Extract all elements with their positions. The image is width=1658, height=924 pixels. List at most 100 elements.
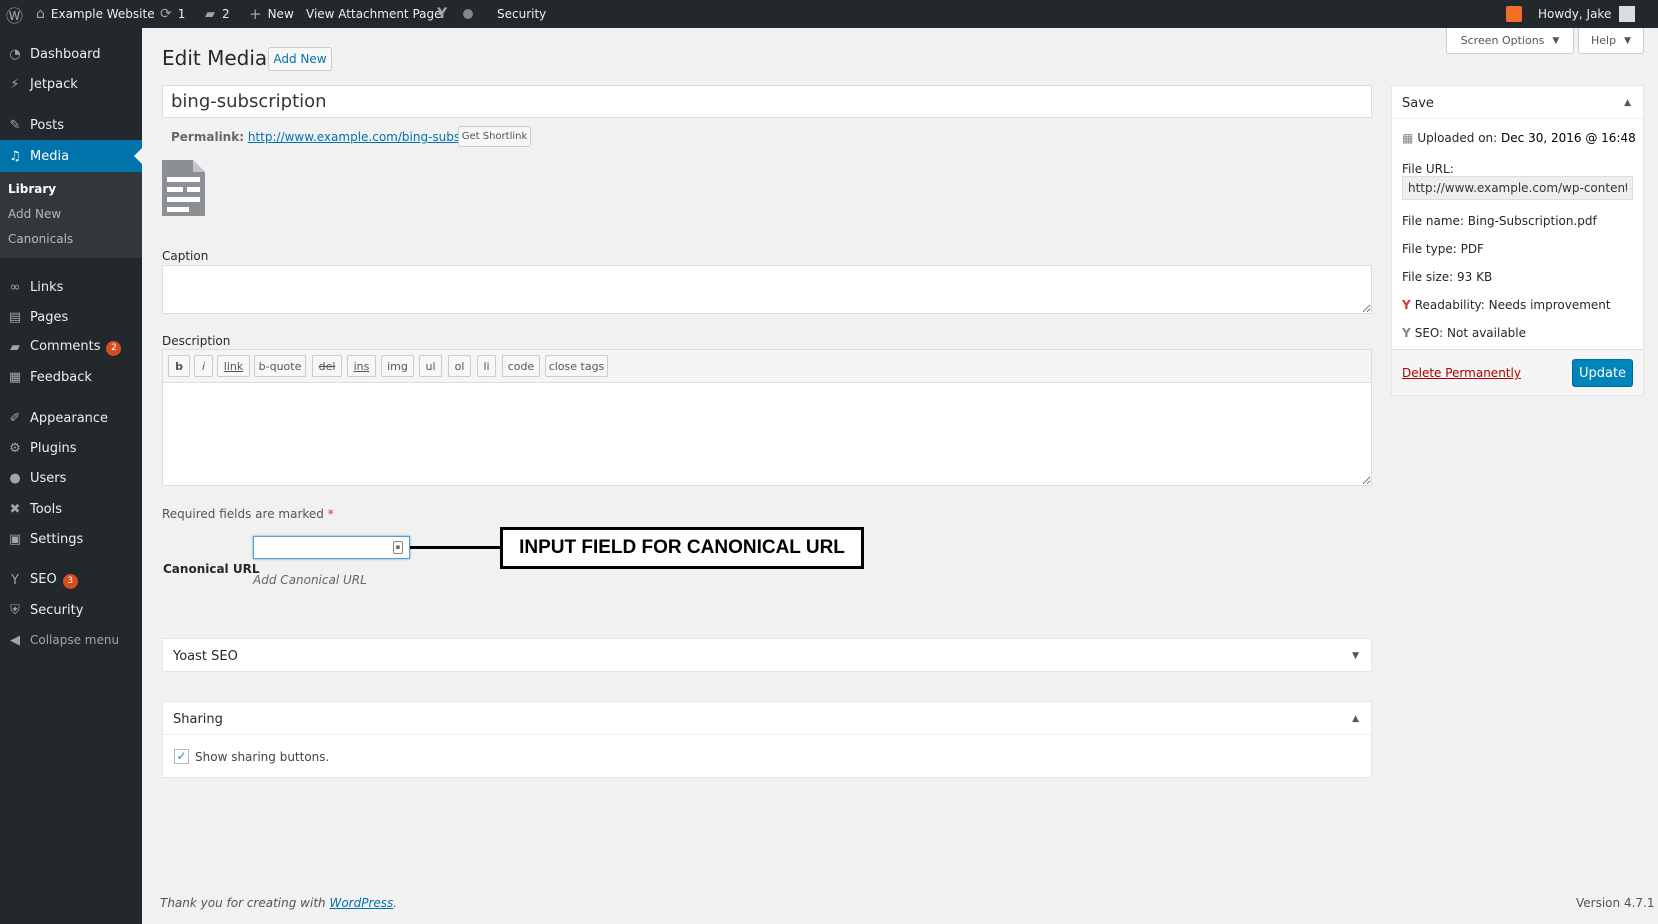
chevron-up-icon[interactable]: ▲ — [1352, 714, 1359, 724]
settings-icon: ▣ — [8, 531, 22, 547]
menu-security[interactable]: ⛨ Security — [0, 596, 142, 624]
save-metabox-header[interactable]: Save ▲ — [1392, 86, 1643, 119]
quicktag-link-button[interactable]: link — [217, 355, 250, 377]
comment-icon: ▰ — [205, 6, 215, 22]
canonical-url-label: Canonical URL — [163, 562, 260, 576]
yoast-seo-icon: Y — [1402, 326, 1411, 340]
quicktag-italic-button[interactable]: i — [194, 355, 213, 377]
user-icon: ● — [9, 470, 21, 486]
menu-plugins[interactable]: ⚙ Plugins — [0, 434, 142, 462]
security-link[interactable]: Security — [497, 0, 546, 28]
collapse-menu[interactable]: ◀ Collapse menu — [0, 626, 142, 654]
get-shortlink-button[interactable]: Get Shortlink — [458, 126, 531, 147]
annotation-connector — [410, 546, 500, 549]
chevron-up-icon[interactable]: ▲ — [1624, 98, 1631, 108]
quicktag-ins-button[interactable]: ins — [347, 355, 376, 377]
quicktag-li-button[interactable]: li — [477, 355, 496, 377]
media-submenu: Library Add New Canonicals — [0, 172, 142, 258]
file-name-row: File name: Bing-Subscription.pdf — [1402, 214, 1597, 228]
sharing-metabox: Sharing ▲ ✓ Show sharing buttons. — [162, 701, 1372, 778]
autofill-key-icon: ▪ — [393, 541, 403, 554]
updates-link[interactable]: ⟳ 1 — [160, 0, 185, 28]
menu-feedback[interactable]: ▦ Feedback — [0, 363, 142, 391]
plugin-icon: ⚙ — [9, 440, 21, 456]
new-content-link[interactable]: + New — [249, 0, 294, 28]
footer-thanks: Thank you for creating with WordPress. — [160, 896, 398, 910]
pages-icon: ▤ — [8, 309, 22, 325]
readability-row: Y Readability: Needs improvement — [1402, 298, 1611, 312]
menu-comments[interactable]: ▰ Comments 2 — [0, 333, 142, 361]
submenu-add-new[interactable]: Add New — [8, 207, 61, 221]
canonical-url-input[interactable] — [253, 536, 410, 559]
status-dot-icon — [463, 0, 473, 28]
sharing-metabox-header[interactable]: Sharing ▲ — [163, 702, 1371, 735]
view-attachment-link[interactable]: View Attachment Page — [306, 0, 442, 28]
media-title-input[interactable] — [162, 85, 1372, 118]
menu-links[interactable]: ∞ Links — [0, 273, 142, 301]
quicktag-del-button[interactable]: del — [312, 355, 342, 377]
caption-textarea[interactable] — [162, 265, 1372, 314]
brush-icon: ✐ — [9, 410, 21, 426]
quicktag-code-button[interactable]: code — [502, 355, 540, 377]
chevron-down-icon[interactable]: ▼ — [1352, 651, 1359, 661]
description-label: Description — [162, 334, 231, 348]
menu-jetpack[interactable]: ⚡ Jetpack — [0, 70, 142, 98]
page-title: Edit Media — [162, 46, 268, 70]
wrench-icon: ✖ — [9, 501, 21, 517]
admin-bar: Ⓦ ⌂ Example Website ⟳ 1 ▰ 2 + New View Attac… — [0, 0, 1658, 28]
update-button[interactable]: Update — [1572, 359, 1633, 387]
yoast-icon: Y — [11, 572, 19, 588]
home-icon: ⌂ — [36, 6, 45, 22]
plus-icon: + — [249, 5, 262, 23]
menu-appearance[interactable]: ✐ Appearance — [0, 404, 142, 432]
yoast-icon[interactable]: Y — [437, 0, 447, 28]
delete-permanently-link[interactable]: Delete Permanently — [1402, 366, 1521, 380]
submenu-library[interactable]: Library — [8, 182, 56, 196]
caption-label: Caption — [162, 249, 209, 263]
menu-pages[interactable]: ▤ Pages — [0, 303, 142, 331]
dashboard-icon: ◔ — [9, 46, 21, 62]
quicktag-close-tags-button[interactable]: close tags — [545, 355, 608, 377]
file-url-input[interactable] — [1402, 176, 1633, 200]
description-textarea[interactable] — [162, 382, 1372, 486]
screen-options-button[interactable]: Screen Options ▼ — [1446, 28, 1574, 54]
menu-posts[interactable]: ✎ Posts — [0, 111, 142, 139]
comments-link[interactable]: ▰ 2 — [205, 0, 230, 28]
quicktag-ul-button[interactable]: ul — [419, 355, 442, 377]
add-new-button[interactable]: Add New — [268, 47, 332, 71]
quicktag-ol-button[interactable]: ol — [448, 355, 471, 377]
avatar — [1619, 6, 1636, 22]
canonical-url-hint: Add Canonical URL — [253, 573, 367, 587]
menu-dashboard[interactable]: ◔ Dashboard — [0, 40, 142, 68]
annotation-callout: INPUT FIELD FOR CANONICAL URL — [500, 527, 864, 569]
seo-score-row: Y SEO: Not available — [1402, 326, 1527, 340]
footer-version: Version 4.7.1 — [1576, 896, 1655, 910]
submenu-canonicals[interactable]: Canonicals — [8, 232, 73, 246]
shield-icon: ⛨ — [10, 602, 20, 618]
menu-media[interactable]: ♫ Media — [0, 140, 142, 172]
site-name-link[interactable]: ⌂ Example Website — [36, 0, 155, 28]
yoast-readability-icon: Y — [1402, 298, 1411, 312]
save-title: Save — [1402, 96, 1434, 111]
menu-tools[interactable]: ✖ Tools — [0, 495, 142, 523]
uploaded-on-row: ▦ Uploaded on: Dec 30, 2016 @ 16:48 — [1402, 131, 1636, 145]
required-fields-note: Required fields are marked * — [162, 507, 334, 521]
howdy-link[interactable]: Howdy, Jake — [1538, 0, 1636, 28]
media-icon: ♫ — [9, 148, 21, 164]
menu-settings[interactable]: ▣ Settings — [0, 525, 142, 553]
wordpress-link[interactable]: WordPress — [329, 896, 393, 910]
quicktag-img-button[interactable]: img — [381, 355, 414, 377]
help-button[interactable]: Help ▼ — [1578, 28, 1644, 54]
seo-count-badge: 3 — [62, 573, 78, 589]
menu-users[interactable]: ● Users — [0, 464, 142, 492]
file-size-row: File size: 93 KB — [1402, 270, 1493, 284]
show-sharing-label: Show sharing buttons. — [195, 750, 330, 764]
updates-icon: ⟳ — [160, 6, 172, 22]
yoast-seo-metabox[interactable]: Yoast SEO ▼ — [162, 638, 1372, 672]
menu-seo[interactable]: Y SEO 3 — [0, 566, 142, 594]
notification-icon[interactable] — [1506, 0, 1522, 28]
quicktag-bquote-button[interactable]: b-quote — [254, 355, 306, 377]
quicktag-bold-button[interactable]: b — [168, 355, 190, 377]
show-sharing-checkbox[interactable]: ✓ — [174, 749, 189, 764]
wordpress-logo-icon[interactable]: Ⓦ — [6, 0, 23, 28]
